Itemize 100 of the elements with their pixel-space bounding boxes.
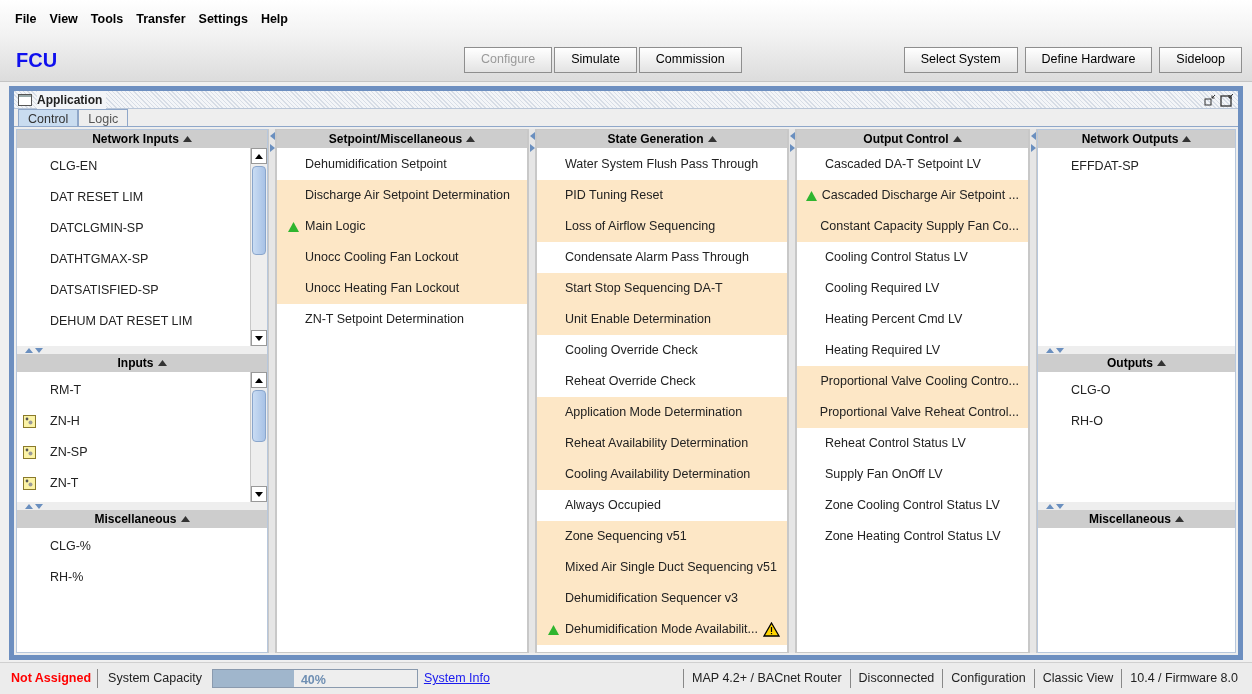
logic-row[interactable]: Start Stop Sequencing DA-T xyxy=(537,273,787,304)
splitter-arrows-icon[interactable] xyxy=(529,132,535,152)
list-item[interactable]: RH-% xyxy=(50,568,84,587)
column-header[interactable]: Inputs xyxy=(17,354,267,372)
window-icon xyxy=(18,93,32,106)
column-header[interactable]: Setpoint/Miscellaneous xyxy=(277,130,527,148)
column-header[interactable]: Output Control xyxy=(797,130,1028,148)
sort-arrow-icon[interactable] xyxy=(952,136,962,142)
sort-arrow-icon[interactable] xyxy=(157,360,167,366)
logic-row[interactable]: Constant Capacity Supply Fan Co... xyxy=(797,211,1028,242)
logic-row[interactable]: PID Tuning Reset xyxy=(537,180,787,211)
logic-row[interactable]: Mixed Air Single Duct Sequencing v51 xyxy=(537,552,787,583)
logic-row[interactable]: Unocc Cooling Fan Lockout xyxy=(277,242,527,273)
sort-arrow-icon[interactable] xyxy=(1182,136,1192,142)
sort-arrow-icon[interactable] xyxy=(182,136,192,142)
list-item[interactable]: CLG-EN xyxy=(50,157,98,176)
logic-label: Application Mode Determination xyxy=(565,404,743,422)
logic-label: Cascaded DA-T Setpoint LV xyxy=(825,156,981,174)
list-item[interactable]: RH-O xyxy=(1071,412,1103,431)
logic-row[interactable]: Unit Enable Determination xyxy=(537,304,787,335)
tab[interactable]: Control xyxy=(18,109,79,126)
toolbar-button[interactable]: Define Hardware xyxy=(1024,46,1153,73)
column-header[interactable]: State Generation xyxy=(537,130,787,148)
logic-row[interactable]: Main Logic xyxy=(277,211,527,242)
logic-row[interactable]: Discharge Air Setpoint Determination xyxy=(277,180,527,211)
menu-item[interactable]: Tools xyxy=(90,9,124,29)
triangle-icon xyxy=(547,624,559,635)
toolbar-button[interactable]: Sideloop xyxy=(1159,46,1242,73)
sort-arrow-icon[interactable] xyxy=(1157,360,1166,366)
assignment-status: Not Assigned xyxy=(11,669,99,688)
sort-arrow-icon[interactable] xyxy=(707,136,717,142)
tab[interactable]: Logic xyxy=(78,109,129,126)
logic-label: Cooling Required LV xyxy=(825,280,940,298)
system-info-link[interactable]: System Info xyxy=(423,669,490,688)
logic-row[interactable]: Cooling Availability Determination xyxy=(537,459,787,490)
toolbar-button[interactable]: Select System xyxy=(903,46,1018,73)
splitter-arrows-icon[interactable] xyxy=(269,132,275,152)
list-item[interactable]: DATHTGMAX-SP xyxy=(50,250,149,269)
collapse-arrows-icon[interactable] xyxy=(25,347,43,353)
list-item[interactable]: CLG-O xyxy=(1071,381,1111,400)
list-item[interactable]: DAT RESET LIM xyxy=(50,188,144,207)
scrollbar[interactable] xyxy=(250,372,267,502)
menu-item[interactable]: Settings xyxy=(198,9,248,29)
menu-item[interactable]: Help xyxy=(260,9,288,29)
logic-row[interactable]: Proportional Valve Cooling Contro... xyxy=(797,366,1028,397)
logic-row[interactable]: Proportional Valve Reheat Control... xyxy=(797,397,1028,428)
menu-item[interactable]: File xyxy=(15,9,37,29)
minimize-icon[interactable] xyxy=(1204,93,1216,106)
list-item[interactable]: DEHUM DAT RESET LIM xyxy=(50,312,193,331)
logic-label: Dehumidification Mode Availabilit... xyxy=(565,621,758,639)
logic-row[interactable]: Zone Sequencing v51 xyxy=(537,521,787,552)
logic-label: Constant Capacity Supply Fan Co... xyxy=(820,218,1019,236)
sort-arrow-icon[interactable] xyxy=(180,516,190,522)
logic-row[interactable]: Application Mode Determination xyxy=(537,397,787,428)
sensor-icon xyxy=(23,446,36,459)
column-header[interactable]: Network Outputs xyxy=(1038,130,1235,148)
sort-arrow-icon[interactable] xyxy=(466,136,476,142)
logic-row[interactable]: Dehumidification Sequencer v3 xyxy=(537,583,787,614)
sensor-icon xyxy=(23,415,36,428)
list-item[interactable]: CLG-% xyxy=(50,537,91,556)
maximize-icon[interactable] xyxy=(1220,92,1234,107)
collapse-arrows-icon[interactable] xyxy=(1046,347,1064,353)
column-header[interactable]: Miscellaneous xyxy=(17,510,267,528)
list-item[interactable]: ZN-H xyxy=(50,412,80,431)
scroll-up-icon[interactable] xyxy=(255,153,263,159)
splitter-arrows-icon[interactable] xyxy=(1030,132,1036,152)
logic-label: Cascaded Discharge Air Setpoint ... xyxy=(821,187,1019,205)
logic-row[interactable]: Dehumidification Mode Availabilit... xyxy=(537,614,787,645)
collapse-arrows-icon[interactable] xyxy=(1046,503,1064,509)
status-segment: Configuration xyxy=(942,669,1034,688)
scroll-down-icon[interactable] xyxy=(255,335,263,341)
mode-button[interactable]: Simulate xyxy=(554,46,637,73)
logic-label: Start Stop Sequencing DA-T xyxy=(565,280,723,298)
list-item[interactable]: ZN-T xyxy=(50,474,79,493)
logic-label: Condensate Alarm Pass Through xyxy=(565,249,749,267)
column-header[interactable]: Outputs xyxy=(1038,354,1235,372)
splitter-arrows-icon[interactable] xyxy=(789,132,795,152)
list-item[interactable]: RM-T xyxy=(50,381,82,400)
list-item[interactable]: EFFDAT-SP xyxy=(1071,157,1139,176)
logic-row[interactable]: Unocc Heating Fan Lockout xyxy=(277,273,527,304)
column-header[interactable]: Miscellaneous xyxy=(1038,510,1235,528)
triangle-icon xyxy=(287,221,299,232)
scroll-down-icon[interactable] xyxy=(255,491,263,497)
list-item[interactable]: DATSATISFIED-SP xyxy=(50,281,159,300)
scroll-up-icon[interactable] xyxy=(255,377,263,383)
logic-row[interactable]: Loss of Airflow Sequencing xyxy=(537,211,787,242)
logic-row[interactable]: Reheat Availability Determination xyxy=(537,428,787,459)
menu-item[interactable]: Transfer xyxy=(136,9,186,29)
menu-item[interactable]: View xyxy=(49,9,78,29)
collapse-arrows-icon[interactable] xyxy=(25,503,43,509)
logic-label: Reheat Override Check xyxy=(565,373,696,391)
sort-arrow-icon[interactable] xyxy=(1175,516,1184,522)
list-item[interactable]: DATCLGMIN-SP xyxy=(50,219,144,238)
column-header[interactable]: Network Inputs xyxy=(17,130,267,148)
logic-label: Main Logic xyxy=(305,218,366,236)
mode-button[interactable]: Commission xyxy=(638,46,742,73)
list-item[interactable]: ZN-SP xyxy=(50,443,88,462)
scrollbar[interactable] xyxy=(250,148,267,346)
status-segment: 10.4 / Firmware 8.0 xyxy=(1121,669,1246,688)
logic-row[interactable]: Cascaded Discharge Air Setpoint ... xyxy=(797,180,1028,211)
